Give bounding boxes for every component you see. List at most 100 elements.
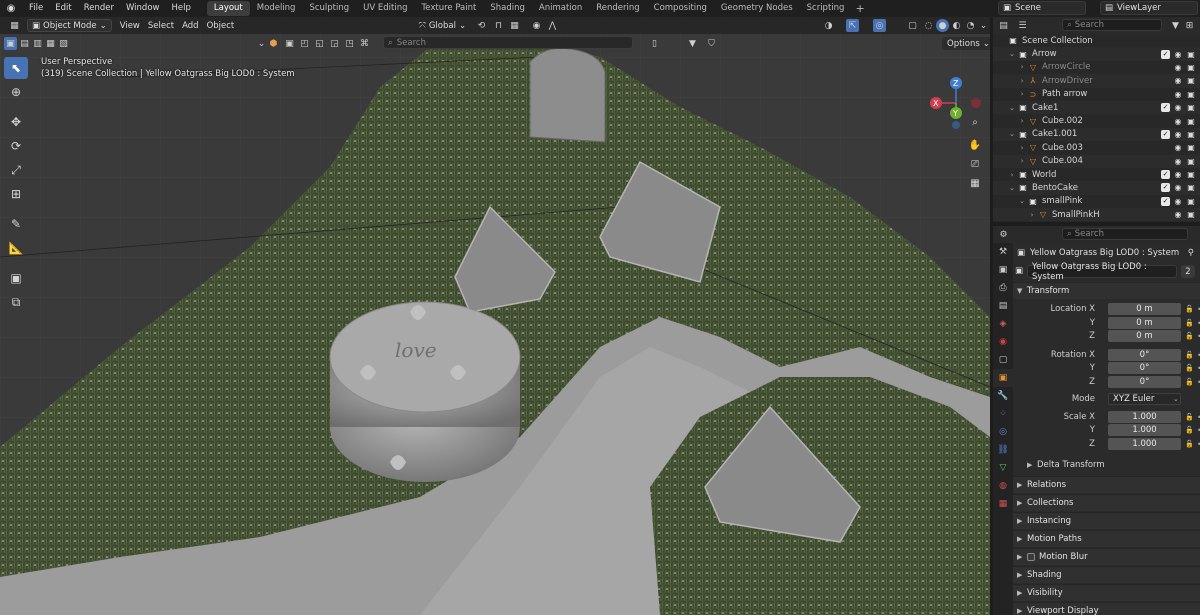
eye-icon[interactable]: ◉ <box>1173 103 1183 112</box>
pivot-icon[interactable]: ⟲ <box>475 19 488 32</box>
meta-filter-icon[interactable]: ◲ <box>328 37 341 50</box>
outliner-item[interactable]: › ▽ Cube.002 ◉ ▣ <box>993 114 1200 127</box>
viewport-search-input[interactable]: ⌕ Search <box>383 36 633 49</box>
world-tab-icon[interactable]: ◉ <box>993 333 1013 351</box>
snap-icon[interactable]: ⊓ <box>492 19 505 32</box>
chevron-down-icon[interactable]: ⌄ <box>1007 130 1017 138</box>
view-layer-tab-icon[interactable]: ▤ <box>993 297 1013 315</box>
scale-z-field[interactable]: 1.000 <box>1108 437 1181 450</box>
scale-x-field[interactable]: 1.000 <box>1108 410 1181 423</box>
tool-tab-icon[interactable]: ⚒ <box>993 243 1013 261</box>
panel-motion-paths[interactable]: ▶ Motion Paths <box>1013 530 1200 547</box>
panel-collections[interactable]: ▶ Collections <box>1013 494 1200 511</box>
location-x-field[interactable]: 0 m <box>1108 303 1181 315</box>
properties-search-input[interactable]: ⌕ Search <box>1062 228 1188 240</box>
surface-filter-icon[interactable]: ◱ <box>313 37 326 50</box>
exclude-checkbox[interactable]: ✓ <box>1161 183 1170 193</box>
material-shading-icon[interactable]: ◐ <box>950 19 963 32</box>
tab-texture-paint[interactable]: Texture Paint <box>415 1 484 16</box>
display-mode-icon[interactable]: ☰ <box>1016 19 1029 32</box>
scale-tool-icon[interactable]: ⤢ <box>4 159 28 181</box>
tab-geometry-nodes[interactable]: Geometry Nodes <box>714 1 800 16</box>
editor-type-icon[interactable]: ⚙ <box>997 228 1010 241</box>
camera-render-icon[interactable]: ▣ <box>1186 90 1196 99</box>
outliner-item[interactable]: › ▽ Cube.003 ◉ ▣ <box>993 141 1200 154</box>
chevron-right-icon[interactable]: › <box>1017 117 1027 125</box>
tab-animation[interactable]: Animation <box>532 1 589 16</box>
lock-icon[interactable]: 🔓 <box>1185 424 1194 437</box>
collection-tab-icon[interactable]: ▢ <box>993 351 1013 369</box>
tab-compositing[interactable]: Compositing <box>647 1 714 16</box>
camera-render-icon[interactable]: ▣ <box>1186 76 1196 85</box>
outliner-item[interactable]: › ⊃ Path arrow ◉ ▣ <box>993 88 1200 101</box>
outliner-item[interactable]: ⌄ ▣ BentoCake ✓ ◉ ▣ <box>993 181 1200 195</box>
outliner-search-input[interactable]: ⌕ Search <box>1062 19 1162 31</box>
pan-hand-icon[interactable]: ✋ <box>966 136 984 154</box>
camera-render-icon[interactable]: ▣ <box>1186 63 1196 72</box>
chevron-right-icon[interactable]: › <box>1017 144 1027 152</box>
mode-selector[interactable]: ▣ Object Mode ⌄ <box>27 19 112 32</box>
exclude-checkbox[interactable]: ✓ <box>1161 170 1170 180</box>
tab-sculpting[interactable]: Sculpting <box>302 1 356 16</box>
transform-panel-header[interactable]: ▼ Transform <box>1013 282 1200 299</box>
render-tab-icon[interactable]: ▣ <box>993 261 1013 279</box>
camera-render-icon[interactable]: ▣ <box>1186 157 1196 166</box>
options-button[interactable]: Options ⌄ <box>942 37 990 50</box>
chevron-right-icon[interactable]: › <box>1017 90 1027 98</box>
filter-funnel-icon[interactable]: ▼ <box>686 37 699 50</box>
blender-logo-icon[interactable]: ◉ <box>3 2 19 16</box>
visibility-icon[interactable]: ◑ <box>822 19 835 32</box>
particles-tab-icon[interactable]: ⁘ <box>993 405 1013 423</box>
eye-icon[interactable]: ◉ <box>1173 50 1183 59</box>
select-extend-icon[interactable]: ▤ <box>18 37 31 50</box>
ortho-grid-icon[interactable]: ▦ <box>966 174 984 192</box>
lock-icon[interactable]: 🔓 <box>1185 330 1194 343</box>
object-type-filter-icon[interactable]: ⬢ <box>267 37 280 50</box>
eye-icon[interactable]: ◉ <box>1173 143 1183 152</box>
mesh-filter-icon[interactable]: ▣ <box>283 37 296 50</box>
lock-icon[interactable]: 🔓 <box>1185 317 1194 330</box>
panel-instancing[interactable]: ▶ Instancing <box>1013 512 1200 529</box>
text-filter-icon[interactable]: ◳ <box>343 37 356 50</box>
shield-icon[interactable]: ⛉ <box>705 37 718 50</box>
object-name-field[interactable]: Yellow Oatgrass Big LOD0 : System <box>1027 262 1177 282</box>
outliner-item[interactable]: ⌄ ▣ Cake1 ✓ ◉ ▣ <box>993 100 1200 115</box>
eye-icon[interactable]: ◉ <box>1173 130 1183 139</box>
measure-tool-icon[interactable]: 📐 <box>4 237 28 259</box>
object-type-icon[interactable]: ▣ <box>1015 266 1023 276</box>
chevron-right-icon[interactable]: › <box>1017 77 1027 85</box>
tab-scripting[interactable]: Scripting <box>800 1 852 16</box>
chevron-right-icon[interactable]: › <box>1027 211 1037 219</box>
overlay-toggle-icon[interactable]: ◎ <box>873 19 886 32</box>
camera-render-icon[interactable]: ▣ <box>1186 117 1196 126</box>
menu-select[interactable]: Select <box>144 19 178 32</box>
object-tab-icon[interactable]: ▣ <box>993 369 1013 387</box>
orientation-selector[interactable]: ⤧ Global ⌄ <box>415 19 470 32</box>
chevron-down-icon[interactable]: ⌄ <box>1007 104 1017 112</box>
material-tab-icon[interactable]: ◍ <box>993 477 1013 495</box>
texture-tab-icon[interactable]: ▦ <box>993 495 1013 513</box>
gizmo-toggle-icon[interactable]: ⇱ <box>846 19 859 32</box>
menu-view[interactable]: View <box>116 19 144 32</box>
tab-shading[interactable]: Shading <box>483 1 532 16</box>
tab-modeling[interactable]: Modeling <box>250 1 303 16</box>
tab-layout[interactable]: Layout <box>206 1 250 16</box>
eye-icon[interactable]: ◉ <box>1173 197 1183 206</box>
editor-type-icon[interactable]: ▤ <box>997 19 1010 32</box>
chevron-down-icon[interactable]: ⌄ <box>1007 184 1017 192</box>
panel-visibility[interactable]: ▶ Visibility <box>1013 584 1200 601</box>
data-tab-icon[interactable]: ▽ <box>993 459 1013 477</box>
eye-icon[interactable]: ◉ <box>1173 210 1183 219</box>
lock-icon[interactable]: 🔓 <box>1185 411 1194 424</box>
menu-render[interactable]: Render <box>78 0 120 17</box>
cursor-tool-icon[interactable]: ⊕ <box>4 81 28 103</box>
menu-object[interactable]: Object <box>203 19 239 32</box>
exclude-checkbox[interactable]: ✓ <box>1161 129 1170 139</box>
outliner-item[interactable]: › ▣ World ✓ ◉ ▣ <box>993 168 1200 181</box>
panel-viewport-display[interactable]: ▶ Viewport Display <box>1013 602 1200 615</box>
rotation-mode-select[interactable]: XYZ Euler <box>1108 393 1181 405</box>
eye-icon[interactable]: ◉ <box>1173 76 1183 85</box>
modifier-tab-icon[interactable]: 🔧 <box>993 387 1013 405</box>
eye-icon[interactable]: ◉ <box>1173 170 1183 179</box>
solid-shading-icon[interactable]: ● <box>936 19 949 32</box>
